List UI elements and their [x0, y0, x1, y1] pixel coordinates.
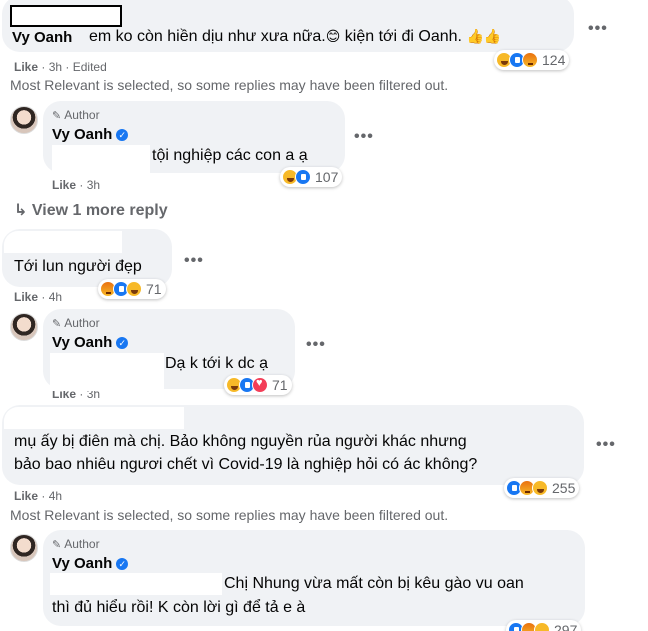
smile-emoji-icon: 😊 — [325, 28, 341, 44]
reaction-count: 124 — [542, 52, 566, 68]
author-tag: Author — [64, 537, 100, 551]
comment-text: em ko còn hiền dịu như xưa nữa.😊 kiện tớ… — [89, 28, 501, 46]
verified-badge-icon: ✓ — [116, 558, 129, 571]
verified-badge-icon: ✓ — [116, 129, 129, 142]
author-badge: ✎ Author — [52, 537, 100, 551]
reaction-summary[interactable]: 71 — [98, 279, 166, 299]
avatar[interactable] — [10, 313, 38, 341]
redacted-mention — [50, 353, 164, 389]
reply-author-name-text: Vy Oanh — [52, 555, 113, 572]
redacted-box — [10, 5, 122, 27]
haha-reaction-icon — [534, 622, 550, 631]
reaction-summary[interactable]: 124 — [494, 50, 570, 70]
reaction-count: 255 — [552, 480, 576, 496]
reply-meta: Like · 3h — [52, 387, 101, 401]
comment-text-part-2: kiện tới đi Oanh. — [344, 28, 462, 45]
like-link[interactable]: Like — [14, 60, 38, 74]
reply-author-name-text: Vy Oanh — [52, 126, 113, 143]
comment-author-name[interactable]: Vy Oanh — [12, 29, 72, 46]
comment-time[interactable]: 4h — [49, 489, 62, 503]
reply-text-line-2: thì đủ hiểu rồi! K còn lời gì để tả e à — [52, 599, 306, 616]
haha-reaction-icon — [532, 480, 548, 496]
author-tag: Author — [64, 108, 100, 122]
reply-text-line-1: Chị Nhung vừa mất còn bị kêu gào vu oan — [224, 575, 524, 592]
haha-reaction-icon — [126, 281, 142, 297]
redacted-name — [4, 231, 122, 253]
comment-text-part: em ko còn hiền dịu như xưa nữa. — [89, 28, 326, 45]
author-badge: ✎ Author — [52, 316, 100, 330]
comment-meta: Like · 4h — [14, 489, 63, 503]
reply-author-name-text: Vy Oanh — [52, 334, 113, 351]
comment-text-line-2: bảo bao nhiêu ngươi chết vì Covid-19 là … — [14, 456, 478, 473]
reaction-summary[interactable]: 71 — [224, 375, 292, 395]
verified-badge-icon: ✓ — [116, 337, 129, 350]
comment-text: Tới lun người đẹp — [14, 258, 142, 275]
pencil-icon: ✎ — [52, 317, 62, 330]
reaction-count: 71 — [146, 281, 162, 297]
thumbs-up-emoji-icon: 👍👍 — [466, 28, 502, 44]
reaction-summary[interactable]: 255 — [504, 478, 580, 498]
pencil-icon: ✎ — [52, 109, 62, 122]
view-more-label: View 1 more reply — [31, 202, 168, 219]
more-options-icon[interactable]: ••• — [588, 20, 608, 38]
reaction-summary[interactable]: 297 — [506, 620, 582, 631]
redacted-mention — [50, 573, 222, 595]
reply-author-name[interactable]: Vy Oanh ✓ — [52, 334, 129, 351]
more-options-icon[interactable]: ••• — [596, 436, 616, 454]
comment-text-line-1: mụ ấy bị điên mà chị. Bảo không nguyền r… — [14, 433, 467, 450]
comment-meta: Like · 3h · Edited — [14, 60, 107, 74]
more-options-icon[interactable]: ••• — [184, 252, 204, 270]
reply-author-name[interactable]: Vy Oanh ✓ — [52, 126, 129, 143]
angry-reaction-icon — [522, 52, 538, 68]
like-link[interactable]: Like — [52, 178, 76, 192]
reaction-count: 107 — [315, 169, 339, 185]
edited-label: Edited — [72, 60, 107, 74]
reply-meta: Like · 3h — [52, 178, 101, 192]
redacted-mention — [52, 145, 150, 175]
more-options-icon[interactable]: ••• — [306, 336, 326, 354]
reply-author-name[interactable]: Vy Oanh ✓ — [52, 555, 129, 572]
comment-meta: Like · 4h — [14, 290, 63, 304]
view-more-replies-link[interactable]: ↳ View 1 more reply — [14, 200, 168, 220]
redacted-name — [4, 407, 184, 429]
filter-notice: Most Relevant is selected, so some repli… — [10, 507, 449, 523]
reaction-summary[interactable]: 107 — [280, 167, 343, 187]
author-badge: ✎ Author — [52, 108, 100, 122]
like-reaction-icon — [295, 169, 311, 185]
avatar[interactable] — [10, 106, 38, 134]
reaction-count: 71 — [272, 377, 288, 393]
like-link[interactable]: Like — [52, 391, 76, 401]
reply-text: tội nghiệp các con a ạ — [152, 147, 308, 164]
like-link[interactable]: Like — [14, 290, 38, 304]
like-link[interactable]: Like — [14, 489, 38, 503]
reply-time[interactable]: 3h — [87, 178, 100, 192]
avatar[interactable] — [10, 534, 38, 562]
reaction-count: 297 — [554, 622, 578, 631]
more-options-icon[interactable]: ••• — [354, 128, 374, 146]
reply-text: Dạ k tới k dc ạ — [165, 355, 268, 372]
comment-time[interactable]: 4h — [49, 290, 62, 304]
reply-time[interactable]: 3h — [87, 391, 100, 401]
author-tag: Author — [64, 316, 100, 330]
love-reaction-icon — [252, 377, 268, 393]
comment-time[interactable]: 3h — [49, 60, 62, 74]
pencil-icon: ✎ — [52, 538, 62, 551]
reply-arrow-icon: ↳ — [14, 202, 28, 219]
filter-notice: Most Relevant is selected, so some repli… — [10, 77, 449, 93]
